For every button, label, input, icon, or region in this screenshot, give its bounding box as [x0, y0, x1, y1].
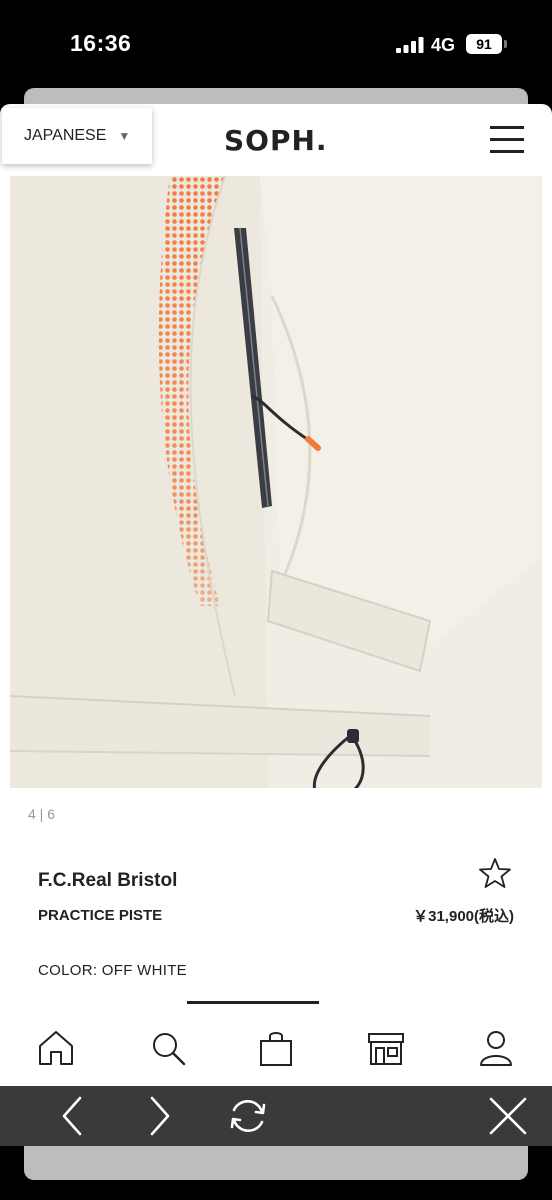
- reload-icon[interactable]: [226, 1094, 270, 1138]
- signal-icon: [396, 37, 424, 53]
- close-icon[interactable]: [486, 1094, 530, 1138]
- browser-toolbar: [0, 1086, 552, 1146]
- forward-icon[interactable]: [138, 1094, 182, 1138]
- caret-down-icon: ▼: [118, 129, 131, 143]
- language-label: JAPANESE: [24, 127, 107, 144]
- favorite-star-icon[interactable]: [478, 856, 512, 890]
- status-time: 16:36: [70, 30, 132, 56]
- product-brand[interactable]: F.C.Real Bristol: [38, 870, 177, 892]
- bottom-tab-bar: [0, 1018, 552, 1086]
- jacket-illustration: [10, 176, 542, 788]
- menu-line: [490, 150, 524, 153]
- language-selector[interactable]: JAPANESE ▼: [2, 108, 152, 164]
- page-sheet: JAPANESE ▼ SOPH. 4 | 6 F.C.Real Bristol …: [0, 104, 552, 1086]
- menu-line: [490, 126, 524, 129]
- battery-tip: [504, 40, 507, 48]
- product-color: COLOR: OFF WHITE: [38, 962, 187, 979]
- battery-indicator: 91: [466, 34, 502, 54]
- status-bar: 16:36 4G 91: [0, 0, 552, 90]
- color-swatch-selected[interactable]: [187, 1001, 319, 1004]
- product-price: ￥31,900(税込): [413, 908, 514, 925]
- back-icon[interactable]: [50, 1094, 94, 1138]
- search-icon[interactable]: [148, 1028, 188, 1068]
- product-image[interactable]: [10, 176, 542, 788]
- gallery-pager: 4 | 6: [28, 806, 55, 822]
- product-name: PRACTICE PISTE: [38, 907, 163, 924]
- menu-line: [490, 138, 524, 141]
- home-icon[interactable]: [36, 1028, 76, 1068]
- hamburger-menu-button[interactable]: [490, 126, 524, 154]
- account-icon[interactable]: [476, 1028, 516, 1068]
- bag-icon[interactable]: [256, 1028, 296, 1068]
- store-icon[interactable]: [366, 1028, 406, 1068]
- network-type: 4G: [431, 35, 456, 55]
- background-sheet: [24, 1146, 528, 1180]
- brand-logo[interactable]: SOPH.: [224, 124, 328, 157]
